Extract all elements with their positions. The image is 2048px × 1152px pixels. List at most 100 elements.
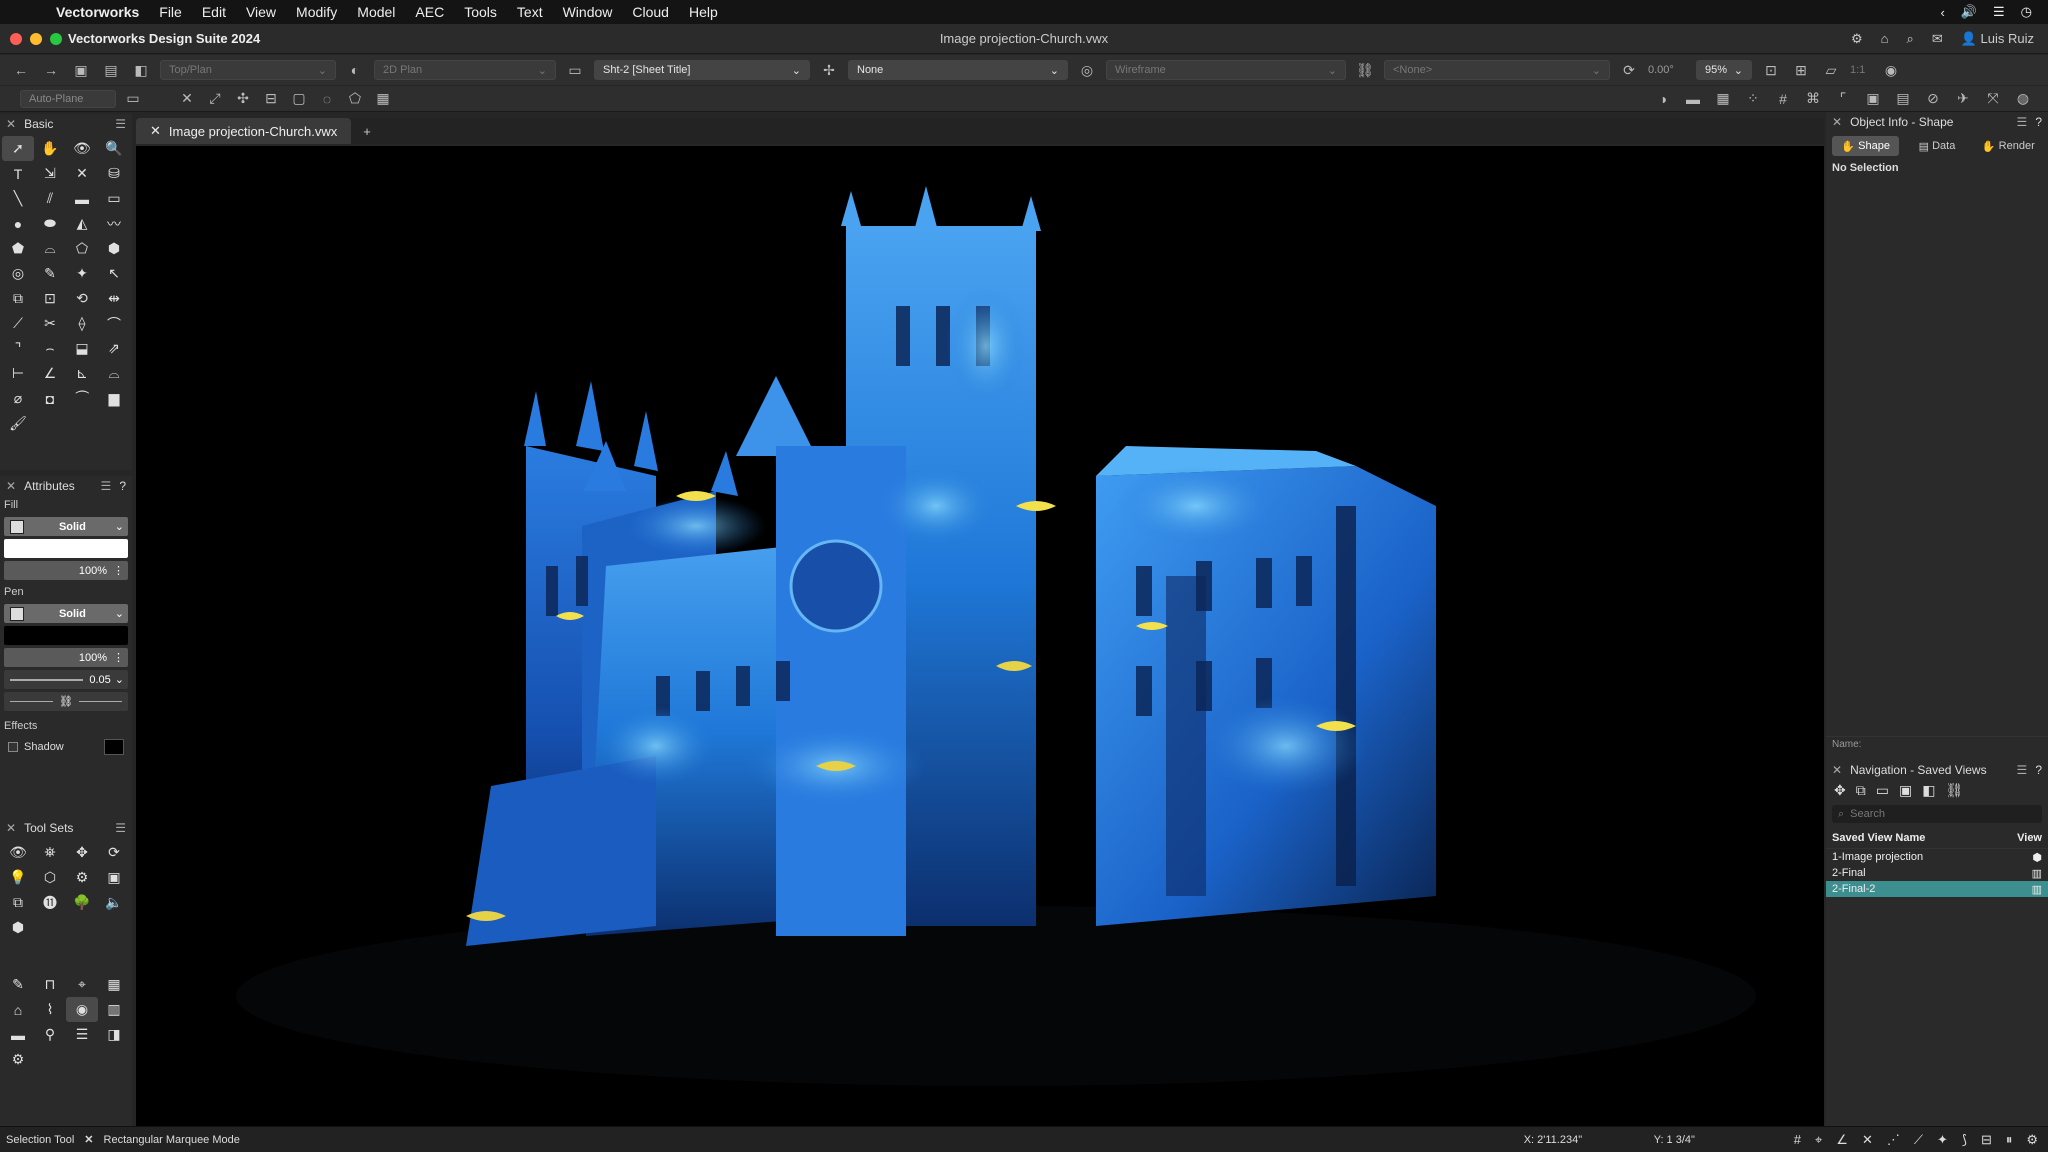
plane-dropdown[interactable]: Auto-Plane <box>20 89 116 108</box>
pen-style-dropdown[interactable]: Solid ⌄ <box>4 604 128 623</box>
oval-tool-icon[interactable]: ⬬ <box>34 211 66 236</box>
visualization-set-icon[interactable]: 👁 <box>2 840 34 865</box>
fill-style-dropdown[interactable]: Solid ⌄ <box>4 517 128 536</box>
polygon-tool-icon[interactable]: ⬟ <box>2 236 34 261</box>
navigation-search[interactable]: ⌕ Search <box>1832 805 2042 823</box>
zoom-window-button[interactable] <box>50 32 62 45</box>
fill-color-field[interactable] <box>4 539 128 558</box>
freehand-tool-icon[interactable]: 〰 <box>98 211 130 236</box>
constrained-dim-icon[interactable]: ⊢ <box>2 361 34 386</box>
menu-help[interactable]: Help <box>679 4 728 20</box>
arc-dim-icon[interactable]: ⌓ <box>98 361 130 386</box>
pen-color-field[interactable] <box>4 626 128 645</box>
visibility-icon[interactable]: ◉ <box>1880 59 1902 81</box>
magic-wand-tool-icon[interactable]: ✦ <box>66 261 98 286</box>
col-saved-view-name[interactable]: Saved View Name <box>1832 832 1925 844</box>
rotation-value[interactable]: 0.00° <box>1648 64 1688 76</box>
shadow-checkbox[interactable] <box>8 742 18 752</box>
menu-file[interactable]: File <box>149 4 192 20</box>
fill-opacity-slider[interactable]: 100% ⋮ <box>4 561 128 580</box>
plane-icon[interactable]: ▭ <box>122 88 144 110</box>
hexagon-tool-icon[interactable]: ⬢ <box>98 236 130 261</box>
volume-icon[interactable]: 🔊 <box>1961 4 1977 20</box>
active-layer-dropdown[interactable]: <None> ⌄ <box>1384 60 1610 80</box>
classes-icon[interactable]: ◧ <box>1922 782 1935 799</box>
palette-menu-icon[interactable]: ☰ <box>115 821 126 835</box>
screen-icon[interactable]: ▬ <box>1682 88 1704 110</box>
render-settings-icon[interactable]: ◍ <box>2012 88 2034 110</box>
back-icon[interactable]: ← <box>10 59 32 81</box>
fit-objects-icon[interactable]: ⊞ <box>1790 59 1812 81</box>
move-tool-icon[interactable]: ⊡ <box>34 286 66 311</box>
user-menu[interactable]: 👤 Luis Ruiz <box>1961 31 2034 47</box>
settings-icon[interactable]: ⚙ <box>2026 1132 2038 1148</box>
split-tool-icon[interactable]: ⟋ <box>2 311 34 336</box>
layout-icon[interactable]: ▤ <box>1892 88 1914 110</box>
attribute-tool-icon[interactable]: 🖌 <box>2 411 34 436</box>
forward-icon[interactable]: → <box>40 59 62 81</box>
ordinate-dim-icon[interactable]: ⊾ <box>66 361 98 386</box>
control-center-icon[interactable]: ☰ <box>1993 4 2005 20</box>
arc-tool-icon[interactable]: ◭ <box>66 211 98 236</box>
col-view[interactable]: View <box>2017 832 2042 844</box>
extrude-tool-icon[interactable]: ⬓ <box>66 336 98 361</box>
dimension-tool-icon[interactable]: ⇲ <box>34 161 66 186</box>
callout-tool-icon[interactable]: ⏜ <box>66 386 98 411</box>
close-icon[interactable]: ✕ <box>1832 763 1842 777</box>
camera-icon[interactable]: ⌘ <box>1802 88 1824 110</box>
walkthrough-icon[interactable]: ⤧ <box>1982 88 2004 110</box>
space-set-icon[interactable]: ☰ <box>66 1022 98 1047</box>
clip-tool-icon[interactable]: ⌢ <box>34 336 66 361</box>
trim-tool-icon[interactable]: ✂ <box>34 311 66 336</box>
palette-menu-icon[interactable]: ☰ <box>115 117 126 131</box>
layers-icon[interactable]: ⧉ <box>1856 782 1866 799</box>
spotlight-set-icon[interactable]: ◉ <box>66 997 98 1022</box>
name-field[interactable]: Name: <box>1826 736 2048 754</box>
rigging-set-icon[interactable]: ⟳ <box>98 840 130 865</box>
snap-grid-icon[interactable]: # <box>1794 1132 1801 1148</box>
table-row[interactable]: 2-Final ▥ <box>1826 865 2048 881</box>
truss-set-icon[interactable]: ▬ <box>2 1022 34 1047</box>
audio-set-icon[interactable]: 🔈 <box>98 890 130 915</box>
detailing-set-icon[interactable]: ⧉ <box>2 890 34 915</box>
transform-icon[interactable]: ⤢ <box>204 88 226 110</box>
line-start-dropdown[interactable] <box>10 701 54 702</box>
snap-object-icon[interactable]: ⌖ <box>1815 1132 1822 1148</box>
stamp-tool-icon[interactable]: ▆ <box>98 386 130 411</box>
settings-set-icon[interactable]: ⚙ <box>2 1047 34 1072</box>
circle-tool-icon[interactable]: ● <box>2 211 34 236</box>
line-end-dropdown[interactable] <box>78 701 122 702</box>
menu-aec[interactable]: AEC <box>405 4 454 20</box>
zoom-tool-icon[interactable]: 🔍 <box>98 136 130 161</box>
multi-select-icon[interactable]: ⊟ <box>260 88 282 110</box>
flyover-tool-icon[interactable]: 👁 <box>66 136 98 161</box>
snap-point-icon[interactable]: ⁘ <box>1742 88 1764 110</box>
close-icon[interactable]: ✕ <box>6 117 16 131</box>
mirror-tool-icon[interactable]: ✕ <box>66 161 98 186</box>
mail-icon[interactable]: ✉ <box>1932 31 1943 47</box>
pan-tool-icon[interactable]: ✋ <box>34 136 66 161</box>
shadow-swatch[interactable] <box>104 739 124 755</box>
landscape-set-icon[interactable]: ✥ <box>66 840 98 865</box>
pause-icon[interactable]: ⏸ <box>2006 1132 2013 1148</box>
stairs-set-icon[interactable]: ⌇ <box>34 997 66 1022</box>
menu-edit[interactable]: Edit <box>192 4 236 20</box>
home-icon[interactable]: ⌂ <box>1881 31 1889 46</box>
regular-polygon-tool-icon[interactable]: ⬠ <box>66 236 98 261</box>
close-icon[interactable]: ✕ <box>150 123 161 139</box>
site-planning-set-icon[interactable]: ⛯ <box>34 840 66 865</box>
line-type-row[interactable]: ⛓ <box>4 692 128 711</box>
layer-link-icon[interactable]: ⛓ <box>1354 59 1376 81</box>
polyline-tool-icon[interactable]: ⌓ <box>34 236 66 261</box>
layer-icon[interactable]: ▭ <box>564 59 586 81</box>
grid-icon[interactable]: # <box>1772 88 1794 110</box>
drawing-canvas[interactable] <box>136 146 1824 1126</box>
menu-model[interactable]: Model <box>347 4 405 20</box>
sheet-dropdown[interactable]: Sht-2 [Sheet Title] ⌄ <box>594 60 810 80</box>
link-icon[interactable]: ⛓ <box>59 695 73 708</box>
video-set-icon[interactable]: ▣ <box>98 865 130 890</box>
saved-views-icon[interactable]: ✥ <box>1834 782 1846 799</box>
crop-icon[interactable]: ⌜ <box>1832 88 1854 110</box>
smart-edge-icon[interactable]: ⟆ <box>1962 1132 1967 1148</box>
polygon-marquee-icon[interactable]: ⬠ <box>344 88 366 110</box>
